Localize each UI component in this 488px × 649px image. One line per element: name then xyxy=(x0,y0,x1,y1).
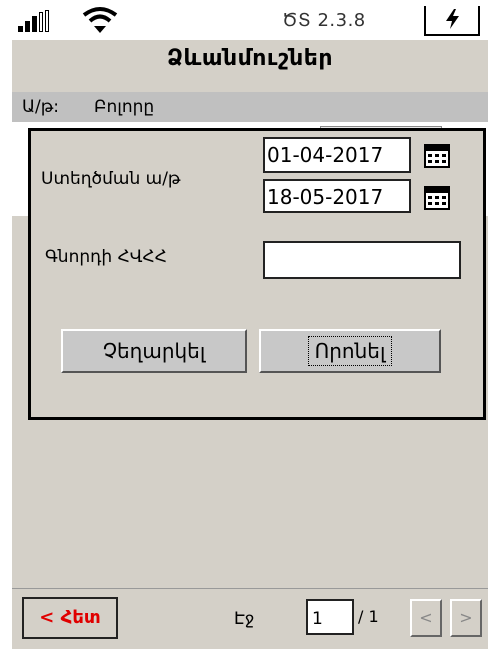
date-to-input[interactable]: 18-05-2017 xyxy=(263,179,411,213)
date-from-input[interactable]: 01-04-2017 xyxy=(263,137,411,173)
app-version: ԾՏ 2.3.8 xyxy=(282,10,366,31)
page-total: / 1 xyxy=(358,607,379,626)
search-button[interactable]: Որոնել xyxy=(259,329,441,373)
filter-bar: Ա/թ: Բոլորը xyxy=(12,92,488,122)
pager-bar: < Հետ Էջ 1 / 1 < > xyxy=(12,588,488,649)
status-bar: ԾՏ 2.3.8 xyxy=(12,0,488,40)
page-label: Էջ xyxy=(234,609,255,629)
battery-charging-icon xyxy=(424,6,480,36)
wifi-icon xyxy=(82,7,118,33)
page-title: Ձևանմուշներ xyxy=(166,46,334,71)
app-screen: ԾՏ 2.3.8 Ձևանմուշներ Ա/թ: Բոլորը ✕ Ստեղծ… xyxy=(12,0,488,649)
date-filter-label: Ա/թ: xyxy=(22,97,60,117)
creation-date-label: Ստեղծման ա/թ xyxy=(41,169,181,189)
calendar-from-icon[interactable] xyxy=(419,137,455,173)
search-dialog: Ստեղծման ա/թ 01-04-2017 18-05-2017 Գնորդ… xyxy=(28,128,486,420)
signal-icon xyxy=(18,10,78,32)
cancel-button[interactable]: Չեղարկել xyxy=(61,329,247,373)
date-filter-value[interactable]: Բոլորը xyxy=(94,97,154,117)
prev-page-button[interactable]: < xyxy=(410,599,442,637)
cancel-button-label: Չեղարկել xyxy=(102,339,206,363)
partner-tin-label: Գնորդի ՀՎՀՀ xyxy=(45,247,167,267)
partner-tin-input[interactable] xyxy=(263,241,461,279)
search-button-label: Որոնել xyxy=(307,336,393,366)
back-button[interactable]: < Հետ xyxy=(22,597,118,639)
next-page-button[interactable]: > xyxy=(450,599,482,637)
calendar-to-icon[interactable] xyxy=(419,179,455,215)
page-number-input[interactable]: 1 xyxy=(306,599,354,635)
